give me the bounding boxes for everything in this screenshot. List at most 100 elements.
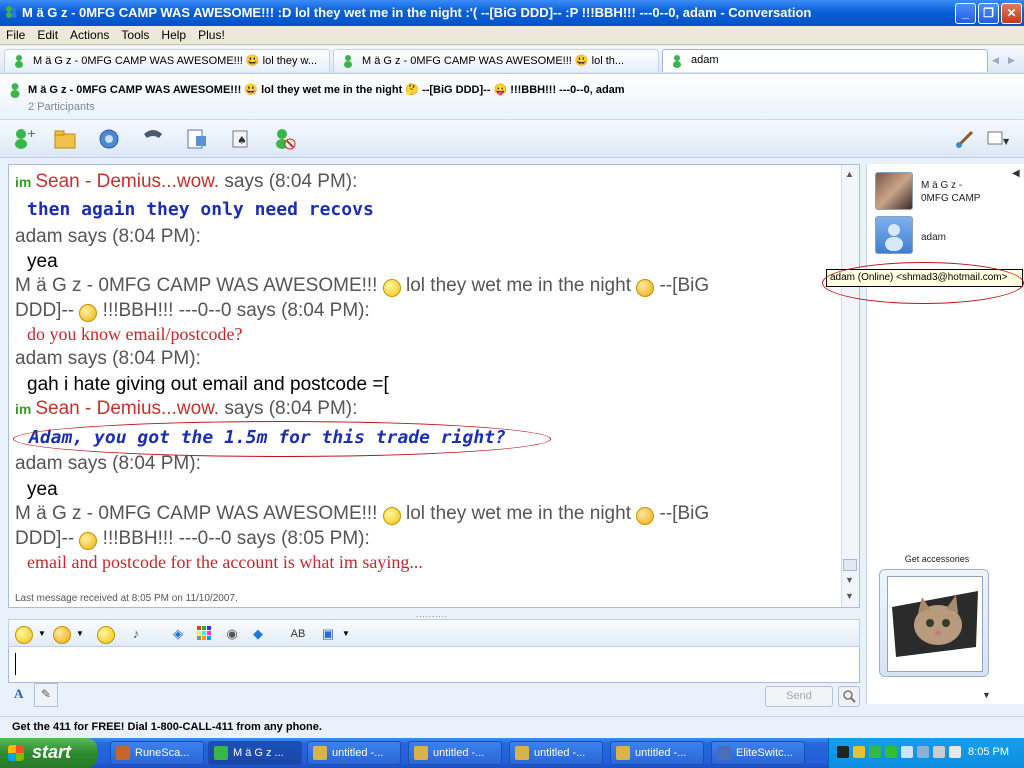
- scrollbar-thumb[interactable]: [843, 559, 857, 571]
- speaker-icon[interactable]: ◉: [223, 625, 241, 643]
- message-header: adam says (8:04 PM):: [15, 348, 201, 370]
- conversation-tabs: M ä G z - 0MFG CAMP WAS AWESOME!!! 😃 lol…: [0, 46, 1024, 74]
- contact-status: 0MFG CAMP: [921, 193, 981, 204]
- taskbar-item-active[interactable]: M ä G z ...: [208, 741, 302, 765]
- tray-app-icon[interactable]: [853, 746, 865, 758]
- collapse-pane-icon[interactable]: ◀: [1012, 168, 1024, 192]
- picture-icon[interactable]: ▣: [319, 625, 337, 643]
- accessory-frame[interactable]: [879, 569, 989, 677]
- menu-actions[interactable]: Actions: [64, 26, 115, 42]
- tray-app-icon[interactable]: [885, 746, 897, 758]
- background-icon[interactable]: ◈: [169, 625, 187, 643]
- wink-picker-icon[interactable]: [53, 625, 71, 644]
- tab-scroll-right-icon[interactable]: ▶: [1008, 55, 1015, 66]
- text-mode-icon[interactable]: A: [14, 686, 23, 702]
- highlight-ellipse: [13, 421, 551, 457]
- message-header: M ä G z - 0MFG CAMP WAS AWESOME!!! lol t…: [15, 275, 710, 297]
- tab-label: M ä G z - 0MFG CAMP WAS AWESOME!!! 😃 lol…: [362, 55, 625, 67]
- invite-contact-icon[interactable]: +: [10, 126, 36, 152]
- paint-icon: [515, 746, 529, 760]
- accessory-menu-chevron-down-icon[interactable]: ▼: [982, 690, 991, 700]
- conversation-tab[interactable]: M ä G z - 0MFG CAMP WAS AWESOME!!! 😃 lol…: [333, 49, 659, 72]
- text-caret: [15, 653, 16, 675]
- voice-call-icon[interactable]: [140, 126, 166, 152]
- ad-banner[interactable]: Get the 411 for FREE! Dial 1-800-CALL-41…: [0, 716, 1024, 738]
- tray-app-icon[interactable]: [917, 746, 929, 758]
- scroll-down-icon[interactable]: ▼: [845, 575, 854, 585]
- tab-scroll-left-icon[interactable]: ◀: [992, 55, 999, 66]
- video-call-icon[interactable]: [96, 126, 122, 152]
- contact-card-magz[interactable]: M ä G z - 0MFG CAMP: [875, 172, 1015, 212]
- taskbar-clock[interactable]: 8:05 PM: [968, 746, 1009, 758]
- history-scrollbar[interactable]: ▲ ▼ ▼: [841, 165, 859, 607]
- get-accessories-link[interactable]: Get accessories: [870, 554, 1004, 564]
- tab-label: M ä G z - 0MFG CAMP WAS AWESOME!!! 😃 lol…: [33, 55, 318, 67]
- send-files-icon[interactable]: [52, 126, 78, 152]
- pane-splitter[interactable]: ..........: [8, 608, 860, 619]
- send-button[interactable]: Send: [765, 686, 833, 707]
- menu-help[interactable]: Help: [155, 26, 192, 42]
- participants-header: M ä G z - 0MFG CAMP WAS AWESOME!!! 😃 lol…: [0, 74, 1024, 120]
- taskbar-item[interactable]: untitled -...: [509, 741, 603, 765]
- menu-file[interactable]: File: [0, 26, 31, 42]
- msn-buddy-icon: [6, 6, 17, 18]
- block-contact-icon[interactable]: [272, 126, 298, 152]
- start-button[interactable]: start: [0, 738, 97, 768]
- taskbar-item[interactable]: untitled -...: [307, 741, 401, 765]
- taskbar-item[interactable]: untitled -...: [610, 741, 704, 765]
- taskbar-item[interactable]: RuneSca...: [110, 741, 204, 765]
- tongue-emoticon-icon: [79, 303, 98, 322]
- message-list: im Sean - Demius...wow. says (8:04 PM): t…: [9, 165, 843, 585]
- tray-msn-icon[interactable]: [869, 746, 881, 758]
- search-icon[interactable]: [838, 686, 860, 707]
- activities-icon[interactable]: [184, 126, 210, 152]
- close-button[interactable]: ✕: [1001, 3, 1022, 24]
- message-input[interactable]: [8, 647, 860, 683]
- tray-app-icon[interactable]: [949, 746, 961, 758]
- conversation-tab[interactable]: M ä G z - 0MFG CAMP WAS AWESOME!!! 😃 lol…: [4, 49, 330, 72]
- buddy-icon: [214, 746, 228, 760]
- taskbar-item[interactable]: EliteSwitc...: [711, 741, 805, 765]
- buddy-icon: [344, 55, 352, 68]
- scroll-end-icon[interactable]: ▼: [845, 591, 854, 601]
- handwriting-mode-icon[interactable]: ✎: [34, 683, 58, 707]
- display-options-icon[interactable]: ▼: [984, 126, 1010, 152]
- menu-plus[interactable]: Plus!: [192, 26, 231, 42]
- tray-app-icon[interactable]: [837, 746, 849, 758]
- sender-name: Sean - Demius...wow.: [35, 398, 220, 419]
- message-time: says (8:04 PM):: [62, 453, 201, 474]
- avatar: [875, 172, 913, 210]
- tray-volume-icon[interactable]: [933, 746, 945, 758]
- plugin-icon[interactable]: ◆: [249, 625, 267, 643]
- title-bar[interactable]: M ä G z - 0MFG CAMP WAS AWESOME!!! :D lo…: [0, 0, 1024, 26]
- cat-image: [887, 576, 983, 672]
- conversation-tab-active[interactable]: adam: [662, 49, 988, 72]
- conversation-history[interactable]: im Sean - Demius...wow. says (8:04 PM): t…: [8, 164, 860, 608]
- message-time: !!!BBH!!! ---0--0 says (8:05 PM):: [97, 528, 370, 549]
- paintbrush-icon[interactable]: [952, 126, 978, 152]
- chevron-down-icon[interactable]: ▼: [33, 625, 51, 643]
- menu-tools[interactable]: Tools: [115, 26, 155, 42]
- runescape-icon: [116, 746, 130, 760]
- message-time: says (8:04 PM):: [62, 348, 201, 369]
- participant-count: 2 Participants: [28, 101, 95, 113]
- chevron-down-icon[interactable]: ▼: [337, 625, 355, 643]
- games-icon[interactable]: ♠: [228, 126, 254, 152]
- emoticon-picker-icon[interactable]: [15, 625, 33, 644]
- minimize-button[interactable]: _: [955, 3, 976, 24]
- maximize-button[interactable]: ❐: [978, 3, 999, 24]
- color-grid-icon[interactable]: [195, 625, 213, 643]
- contact-card-adam[interactable]: adam: [875, 216, 1015, 256]
- im-badge: im: [15, 401, 32, 417]
- buddy-icon: [673, 55, 681, 68]
- nudge-icon[interactable]: [93, 625, 119, 644]
- font-style-icon[interactable]: AB: [289, 625, 307, 643]
- tray-network-icon[interactable]: [901, 746, 913, 758]
- message-header: im Sean - Demius...wow. says (8:04 PM):: [15, 171, 357, 193]
- taskbar-item[interactable]: untitled -...: [408, 741, 502, 765]
- chevron-down-icon[interactable]: ▼: [71, 625, 89, 643]
- voice-clip-icon[interactable]: ♪: [127, 625, 145, 643]
- menu-edit[interactable]: Edit: [31, 26, 64, 42]
- smiley-emoticon-icon: [382, 506, 401, 525]
- scroll-up-icon[interactable]: ▲: [845, 169, 854, 179]
